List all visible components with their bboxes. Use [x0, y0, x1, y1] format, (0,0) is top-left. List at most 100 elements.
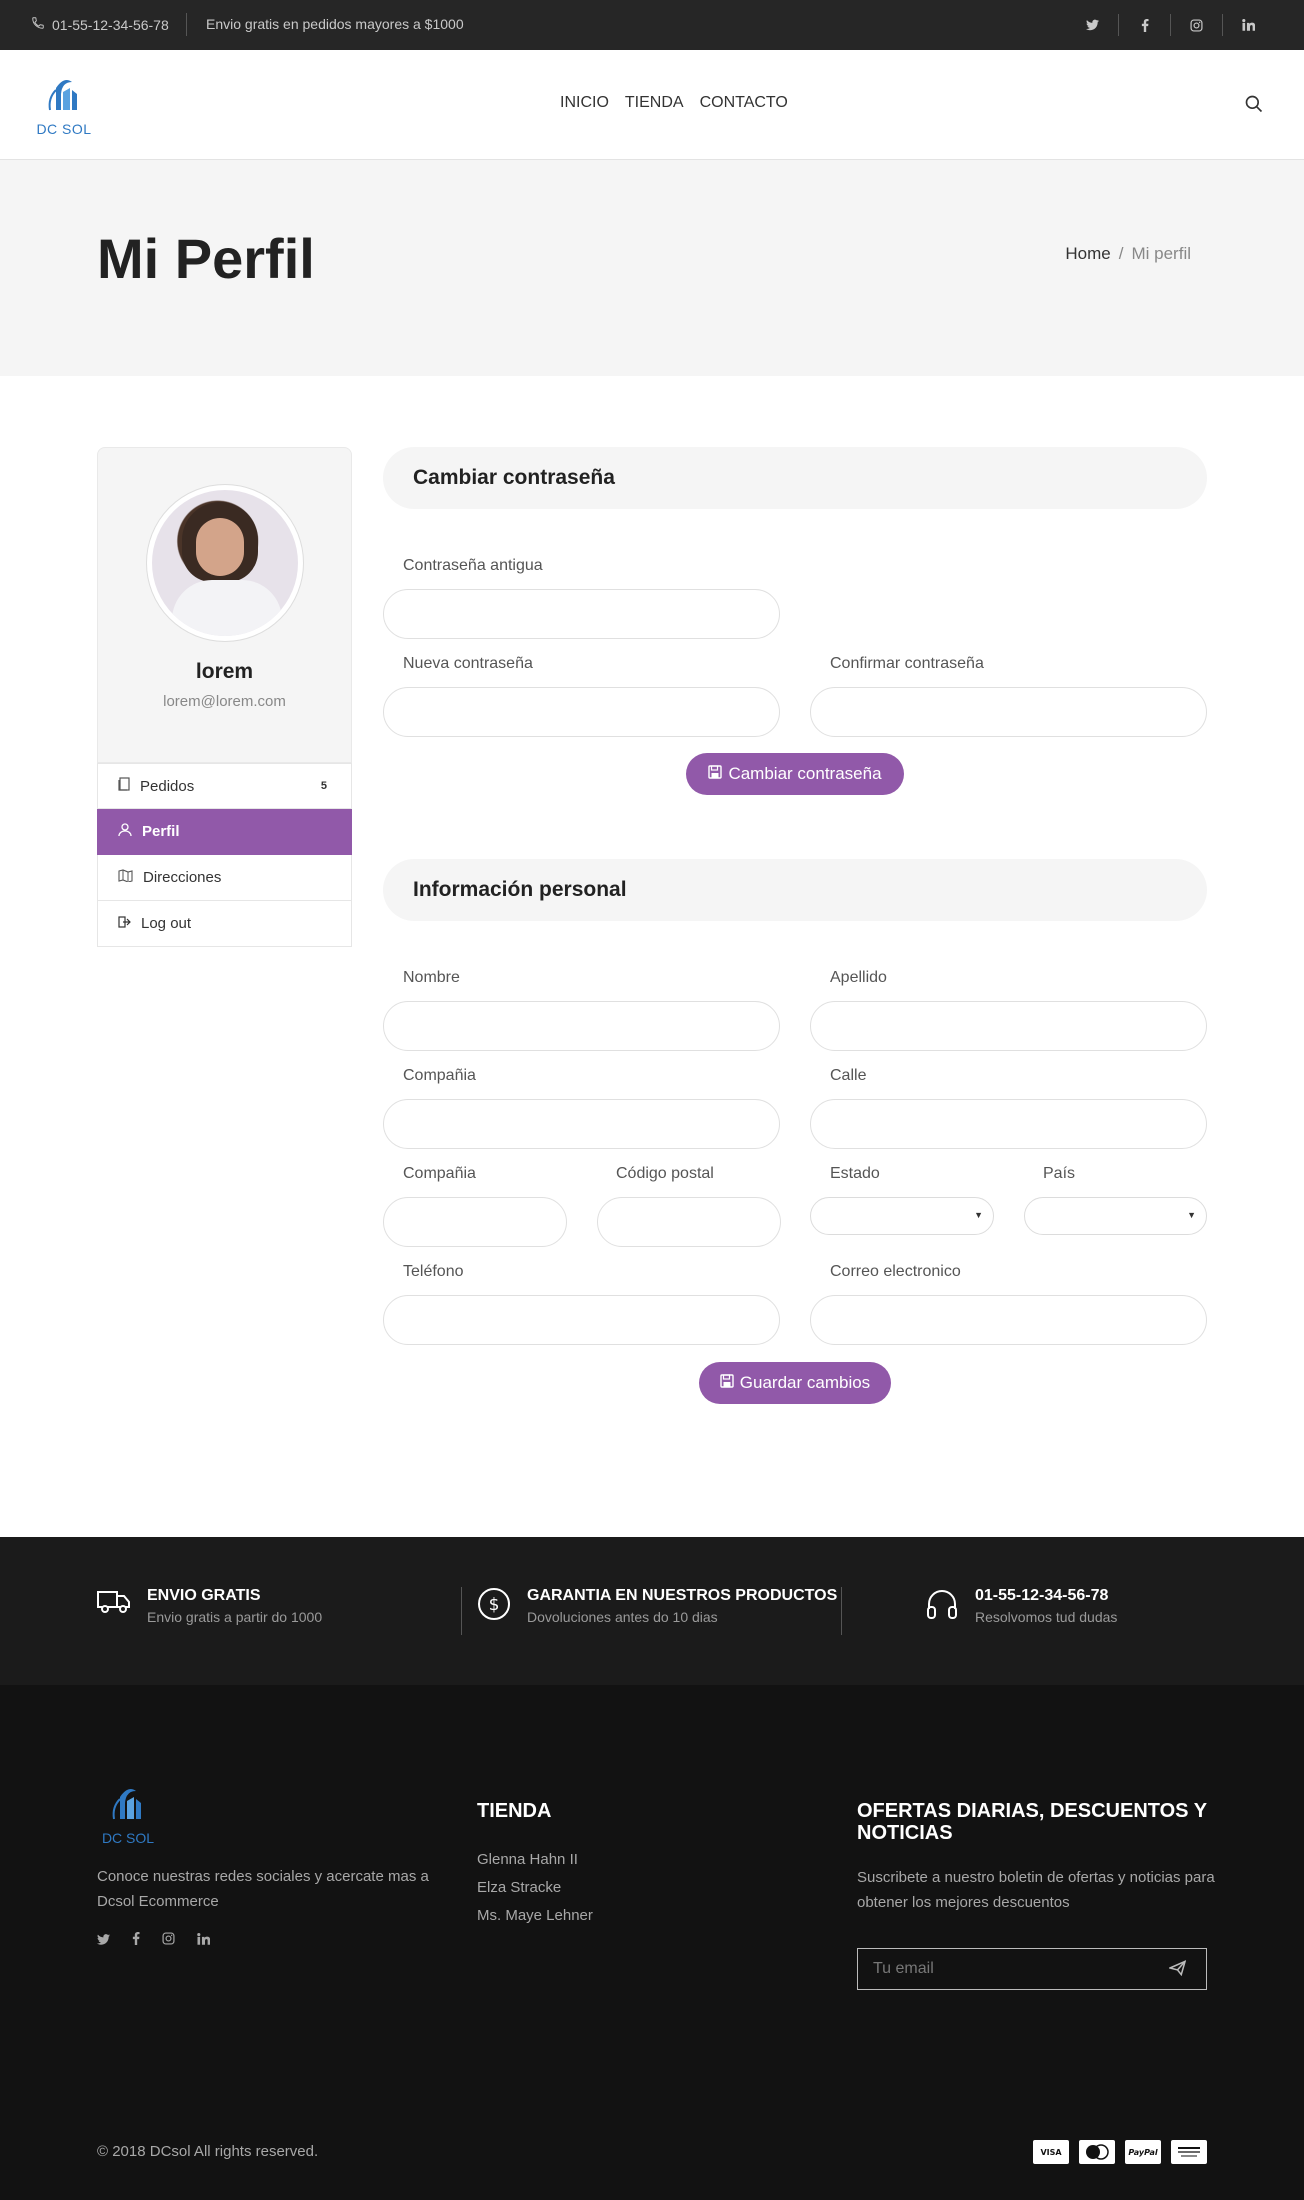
copyright: © 2018 DCsol All rights reserved.	[97, 2143, 319, 2160]
old-password-input[interactable]	[383, 589, 780, 639]
menu-item-logout[interactable]: Log out	[97, 901, 352, 947]
linkedin-icon[interactable]	[197, 1932, 211, 1950]
twitter-icon[interactable]	[1066, 14, 1118, 36]
feature-free-shipping: ENVIO GRATIS Envio gratis a partir do 10…	[97, 1587, 322, 1625]
feature-title: ENVIO GRATIS	[147, 1587, 261, 1604]
newsletter-email-input[interactable]: Tu email	[857, 1948, 1207, 1990]
breadcrumb: Home / Mi perfil	[1065, 244, 1191, 264]
postal-label: Código postal	[616, 1165, 714, 1182]
facebook-icon[interactable]	[1118, 14, 1170, 36]
visa-card-icon: VISA	[1033, 2140, 1069, 2164]
calle-label: Calle	[830, 1067, 867, 1084]
feature-desc: Envio gratis a partir do 1000	[147, 1609, 323, 1625]
feature-title: 01-55-12-34-56-78	[975, 1587, 1109, 1604]
footer-socials	[97, 1932, 211, 1950]
footer-description: Conoce nuestras redes sociales y acercat…	[97, 1868, 429, 1910]
password-section-title: Cambiar contraseña	[383, 447, 1207, 509]
instagram-icon[interactable]	[162, 1932, 175, 1950]
estado-select[interactable]: ▼	[810, 1197, 994, 1235]
truck-icon	[97, 1587, 131, 1625]
confirm-password-input[interactable]	[810, 687, 1207, 737]
topbar-phone[interactable]: 01-55-12-34-56-78	[31, 16, 169, 33]
orders-count-badge: 5	[320, 780, 327, 792]
site-header: DC SOL INICIO TIENDA CONTACTO	[0, 50, 1304, 160]
main-nav: INICIO TIENDA CONTACTO	[560, 94, 788, 112]
breadcrumb-home[interactable]: Home	[1065, 244, 1110, 264]
correo-input[interactable]	[810, 1295, 1207, 1345]
mastercard-icon	[1079, 2140, 1115, 2164]
divider	[461, 1587, 462, 1635]
change-password-label: Cambiar contraseña	[728, 764, 882, 783]
estado-label: Estado	[830, 1165, 880, 1182]
top-bar: 01-55-12-34-56-78 Envio gratis en pedido…	[0, 0, 1304, 50]
topbar-socials	[1066, 14, 1274, 36]
footer-link[interactable]: Elza Stracke	[477, 1874, 593, 1902]
compania-input[interactable]	[383, 1099, 780, 1149]
apellido-input[interactable]	[810, 1001, 1207, 1051]
pais-select[interactable]: ▼	[1024, 1197, 1207, 1235]
nav-contacto[interactable]: CONTACTO	[700, 94, 788, 112]
footer-news-title: OFERTAS DIARIAS, DESCUENTOS Y NOTICIAS	[857, 1800, 1207, 1844]
logo-icon	[112, 1789, 141, 1820]
map-icon	[118, 869, 133, 886]
footer-news-desc: Suscribete a nuestro boletin de ofertas …	[857, 1869, 1215, 1911]
user-icon	[118, 822, 132, 841]
profile-email: lorem@lorem.com	[163, 693, 286, 710]
save-icon	[708, 764, 723, 784]
menu-item-label: Pedidos	[140, 777, 195, 795]
dollar-icon: $	[477, 1587, 511, 1626]
twitter-icon[interactable]	[97, 1932, 110, 1950]
phone-icon	[31, 16, 45, 33]
logo[interactable]: DC SOL	[34, 74, 94, 137]
menu-item-label: Direcciones	[143, 869, 222, 886]
telefono-label: Teléfono	[403, 1263, 464, 1280]
save-icon	[720, 1373, 734, 1393]
new-password-input[interactable]	[383, 687, 780, 737]
breadcrumb-current: Mi perfil	[1131, 244, 1191, 263]
postal-input[interactable]	[597, 1197, 781, 1247]
menu-item-label: Perfil	[142, 823, 180, 840]
orders-icon	[118, 777, 130, 795]
calle-input[interactable]	[810, 1099, 1207, 1149]
nav-inicio[interactable]: INICIO	[560, 94, 609, 112]
footer-link[interactable]: Ms. Maye Lehner	[477, 1902, 593, 1930]
linkedin-icon[interactable]	[1222, 14, 1274, 36]
page-title-bar: Mi Perfil Home / Mi perfil	[0, 160, 1304, 376]
feature-desc: Resolvomos tud dudas	[975, 1609, 1118, 1625]
change-password-button[interactable]: Cambiar contraseña	[686, 753, 904, 795]
footer-store-links: Glenna Hahn II Elza Stracke Ms. Maye Leh…	[477, 1846, 593, 1930]
footer-logo[interactable]: DC SOL	[98, 1783, 158, 1846]
search-icon[interactable]	[1244, 94, 1264, 119]
menu-item-direcciones[interactable]: Direcciones	[97, 855, 352, 901]
features-bar: ENVIO GRATIS Envio gratis a partir do 10…	[0, 1537, 1304, 1685]
new-password-label: Nueva contraseña	[403, 655, 533, 672]
footer-link[interactable]: Glenna Hahn II	[477, 1846, 593, 1874]
send-icon[interactable]	[1167, 1960, 1187, 1981]
topbar-phone-text: 01-55-12-34-56-78	[52, 16, 169, 33]
divider	[841, 1587, 842, 1635]
nav-tienda[interactable]: TIENDA	[625, 94, 684, 112]
chevron-down-icon: ▼	[1187, 1210, 1196, 1220]
compania2-input[interactable]	[383, 1197, 567, 1247]
feature-desc: Dovoluciones antes do 10 dias	[527, 1609, 718, 1625]
telefono-input[interactable]	[383, 1295, 780, 1345]
instagram-icon[interactable]	[1170, 14, 1222, 36]
footer-store-title: TIENDA	[477, 1800, 552, 1822]
facebook-icon[interactable]	[132, 1932, 140, 1950]
discover-icon	[1171, 2140, 1207, 2164]
shipping-notice: Envio gratis en pedidos mayores a $1000	[206, 16, 464, 32]
avatar	[146, 484, 304, 642]
feature-title: GARANTIA EN NUESTROS PRODUCTOS	[527, 1587, 838, 1604]
correo-label: Correo electronico	[830, 1263, 961, 1280]
compania-label: Compañia	[403, 1067, 476, 1084]
chevron-down-icon: ▼	[974, 1210, 983, 1220]
menu-item-pedidos[interactable]: Pedidos 5	[97, 763, 352, 809]
menu-item-perfil[interactable]: Perfil	[97, 809, 352, 855]
save-changes-button[interactable]: Guardar cambios	[699, 1362, 891, 1404]
headphones-icon	[925, 1587, 959, 1626]
menu-item-label: Log out	[141, 915, 192, 932]
newsletter-placeholder: Tu email	[873, 1960, 934, 1977]
nombre-input[interactable]	[383, 1001, 780, 1051]
profile-card: lorem lorem@lorem.com	[97, 447, 352, 763]
footer: DC SOL Conoce nuestras redes sociales y …	[0, 1685, 1304, 2200]
